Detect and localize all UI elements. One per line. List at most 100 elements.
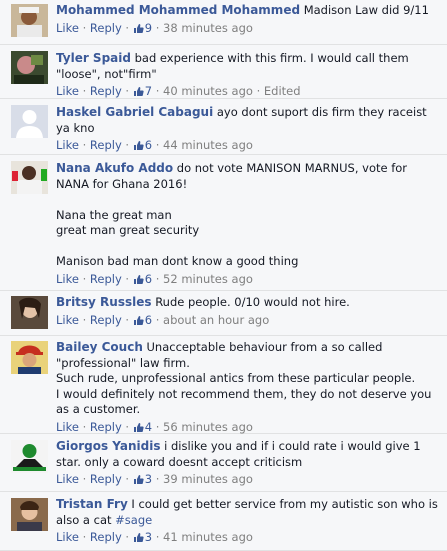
comment-author[interactable]: Nana Akufo Addo [56, 161, 173, 175]
like-link[interactable]: Like [56, 420, 79, 434]
like-count-value: 7 [144, 84, 153, 98]
avatar[interactable] [11, 161, 48, 194]
reply-link[interactable]: Reply [90, 138, 122, 152]
timestamp[interactable]: 40 minutes ago [163, 84, 253, 98]
comment-actions: Like · Reply · 3 · 39 minutes ago [56, 472, 441, 488]
comment-actions: Like · Reply · 7 · 40 minutes ago · Edit… [56, 84, 441, 100]
like-count[interactable]: 6 [133, 138, 156, 152]
timestamp[interactable]: 56 minutes ago [163, 420, 253, 434]
thumbs-up-icon [133, 274, 144, 284]
comment: Mohammed Mohammed Mohammed Madison Law d… [0, 0, 447, 45]
like-link[interactable]: Like [56, 313, 79, 327]
like-count[interactable]: 3 [133, 472, 156, 486]
like-count[interactable]: 9 [133, 21, 156, 35]
separator: · [155, 312, 160, 327]
like-count[interactable]: 6 [133, 272, 156, 286]
reply-link[interactable]: Reply [90, 21, 122, 35]
reply-link[interactable]: Reply [90, 472, 122, 486]
separator: · [82, 20, 87, 35]
comment: Haskel Gabriel Cabagui ayo dont suport d… [0, 99, 447, 155]
avatar[interactable] [11, 498, 48, 531]
like-count[interactable]: 3 [133, 530, 156, 544]
comment-actions: Like · Reply · 3 · 41 minutes ago [56, 530, 441, 546]
comment: Britsy Russles Rude people. 0/10 would n… [0, 291, 447, 336]
timestamp[interactable]: 52 minutes ago [163, 272, 253, 286]
separator: · [125, 20, 130, 35]
separator: · [155, 271, 160, 286]
separator: · [256, 84, 261, 98]
comment-actions: Like · Reply · 6 · 44 minutes ago [56, 138, 441, 154]
like-link[interactable]: Like [56, 138, 79, 152]
edited-label[interactable]: Edited [264, 84, 301, 98]
comment-author[interactable]: Bailey Couch [56, 340, 143, 354]
like-count-value: 6 [144, 312, 153, 327]
like-count[interactable]: 7 [133, 84, 156, 98]
reply-link[interactable]: Reply [90, 420, 122, 434]
thumbs-up-icon [133, 141, 144, 150]
separator: · [155, 472, 160, 486]
separator: · [125, 84, 130, 98]
separator: · [125, 138, 130, 152]
separator: · [82, 419, 87, 434]
reply-link[interactable]: Reply [90, 313, 122, 327]
separator: · [125, 472, 130, 486]
avatar[interactable] [11, 105, 48, 138]
like-count-value: 9 [144, 20, 153, 35]
reply-link[interactable]: Reply [90, 84, 122, 98]
reply-link[interactable]: Reply [90, 530, 122, 544]
like-count-value: 3 [144, 530, 153, 544]
reply-link[interactable]: Reply [90, 272, 122, 286]
separator: · [125, 312, 130, 327]
like-link[interactable]: Like [56, 472, 79, 486]
separator: · [155, 84, 160, 98]
like-link[interactable]: Like [56, 84, 79, 98]
avatar[interactable] [11, 4, 48, 37]
like-link[interactable]: Like [56, 530, 79, 544]
timestamp[interactable]: 44 minutes ago [163, 138, 253, 152]
comment-text: do not vote MANISON MARNUS, vote for NAN… [56, 161, 408, 268]
comment-actions: Like · Reply · 6 · about an hour ago [56, 313, 441, 329]
comment-text: Madison Law did 9/11 [303, 3, 429, 17]
separator: · [82, 472, 87, 486]
hashtag-link[interactable]: #sage [115, 513, 152, 527]
separator: · [82, 312, 87, 327]
comment-author[interactable]: Mohammed Mohammed Mohammed [56, 3, 300, 17]
comment-text: Rude people. 0/10 would not hire. [155, 295, 350, 309]
avatar[interactable] [11, 296, 48, 329]
comment: Tyler Spaid bad experience with this fir… [0, 45, 447, 99]
separator: · [82, 530, 87, 544]
comment-author[interactable]: Tyler Spaid [56, 51, 131, 65]
timestamp[interactable]: 38 minutes ago [163, 21, 253, 35]
like-count-value: 4 [144, 419, 153, 434]
comment-author[interactable]: Giorgos Yanidis [56, 439, 160, 453]
timestamp[interactable]: about an hour ago [163, 313, 269, 327]
separator: · [155, 419, 160, 434]
avatar[interactable] [11, 440, 48, 473]
comment-author[interactable]: Haskel Gabriel Cabagui [56, 105, 213, 119]
like-count[interactable]: 6 [133, 313, 156, 327]
separator: · [125, 271, 130, 286]
thumbs-up-icon [133, 315, 144, 325]
separator: · [82, 138, 87, 152]
like-link[interactable]: Like [56, 21, 79, 35]
comment: Giorgos Yanidis i dislike you and if i c… [0, 434, 447, 492]
thumbs-up-icon [133, 475, 144, 484]
comment-actions: Like · Reply · 9 · 38 minutes ago [56, 21, 441, 37]
like-count-value: 3 [144, 472, 153, 486]
comment: Bailey Couch Unacceptable behaviour from… [0, 336, 447, 434]
timestamp[interactable]: 41 minutes ago [163, 530, 253, 544]
like-count[interactable]: 4 [133, 420, 156, 434]
timestamp[interactable]: 39 minutes ago [163, 472, 253, 486]
comment-author[interactable]: Tristan Fry [56, 497, 128, 511]
like-count-value: 6 [144, 271, 153, 286]
thumbs-up-icon [133, 23, 144, 33]
comment-author[interactable]: Britsy Russles [56, 295, 152, 309]
thumbs-up-icon [133, 87, 144, 96]
avatar[interactable] [11, 341, 48, 374]
separator: · [155, 530, 160, 544]
separator: · [125, 419, 130, 434]
separator: · [155, 20, 160, 35]
like-link[interactable]: Like [56, 272, 79, 286]
comment-actions: Like · Reply · 6 · 52 minutes ago [56, 272, 441, 288]
avatar[interactable] [11, 51, 48, 84]
